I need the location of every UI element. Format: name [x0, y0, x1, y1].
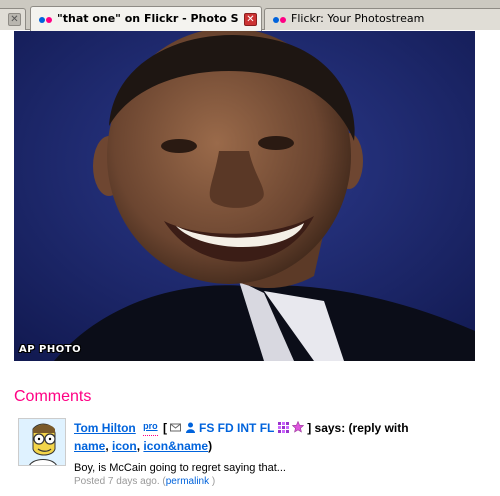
tab-close-icon[interactable]: ✕: [8, 13, 21, 26]
comment-meta: Posted 7 days ago. (permalink ): [74, 476, 488, 487]
comment-header: Tom Hilton pro [ FS FD INT FL ] says: (r…: [74, 420, 488, 455]
portrait-photo-icon: [14, 31, 475, 361]
permalink-link[interactable]: permalink: [166, 476, 209, 487]
mail-icon[interactable]: [170, 422, 182, 433]
close-paren: ): [208, 439, 213, 453]
tab-previous[interactable]: ✕: [0, 8, 26, 30]
contact-person-icon[interactable]: [185, 422, 196, 433]
cartoon-avatar-icon: [19, 419, 65, 465]
reply-with-icon-link[interactable]: icon: [112, 439, 137, 453]
main-photo[interactable]: AP PHOTO: [14, 31, 475, 361]
comment-text: Boy, is McCain going to regret saying th…: [74, 462, 286, 474]
says-label: says: (reply with: [314, 421, 409, 435]
close-bracket: ]: [307, 421, 312, 435]
fl-link[interactable]: FL: [260, 421, 274, 435]
tab-label: "that one" on Flickr - Photo Shari...: [57, 12, 239, 25]
tab-that-one-flickr[interactable]: "that one" on Flickr - Photo Shari... ✕: [30, 6, 262, 31]
grid-icon[interactable]: [277, 422, 289, 433]
fs-link[interactable]: FS: [199, 421, 214, 435]
browser-tab-strip: ✕ "that one" on Flickr - Photo Shari... …: [0, 0, 500, 31]
pro-badge[interactable]: pro: [143, 418, 158, 436]
reply-with-icon-and-name-link[interactable]: icon&name: [143, 439, 208, 453]
posted-time: Posted 7 days ago.: [74, 476, 160, 487]
tab-your-photostream[interactable]: Flickr: Your Photostream: [264, 8, 500, 30]
comment-item: Tom Hilton pro [ FS FD INT FL ] says: (r…: [18, 418, 488, 493]
flickr-favicon-icon: [39, 17, 53, 23]
reply-with-name-link[interactable]: name: [74, 439, 105, 453]
tab-label: Flickr: Your Photostream: [291, 12, 425, 25]
avatar[interactable]: [18, 418, 66, 466]
fd-link[interactable]: FD: [218, 421, 234, 435]
comments-heading: Comments: [14, 388, 92, 405]
permalink-close-paren: ): [211, 476, 216, 487]
open-bracket: [: [162, 421, 167, 435]
int-link[interactable]: INT: [237, 421, 256, 435]
photo-credit: AP PHOTO: [19, 344, 82, 355]
star-icon[interactable]: [291, 421, 304, 433]
flickr-favicon-icon: [273, 17, 287, 23]
tab-close-icon[interactable]: ✕: [244, 13, 257, 26]
comment-author-link[interactable]: Tom Hilton: [74, 421, 136, 435]
